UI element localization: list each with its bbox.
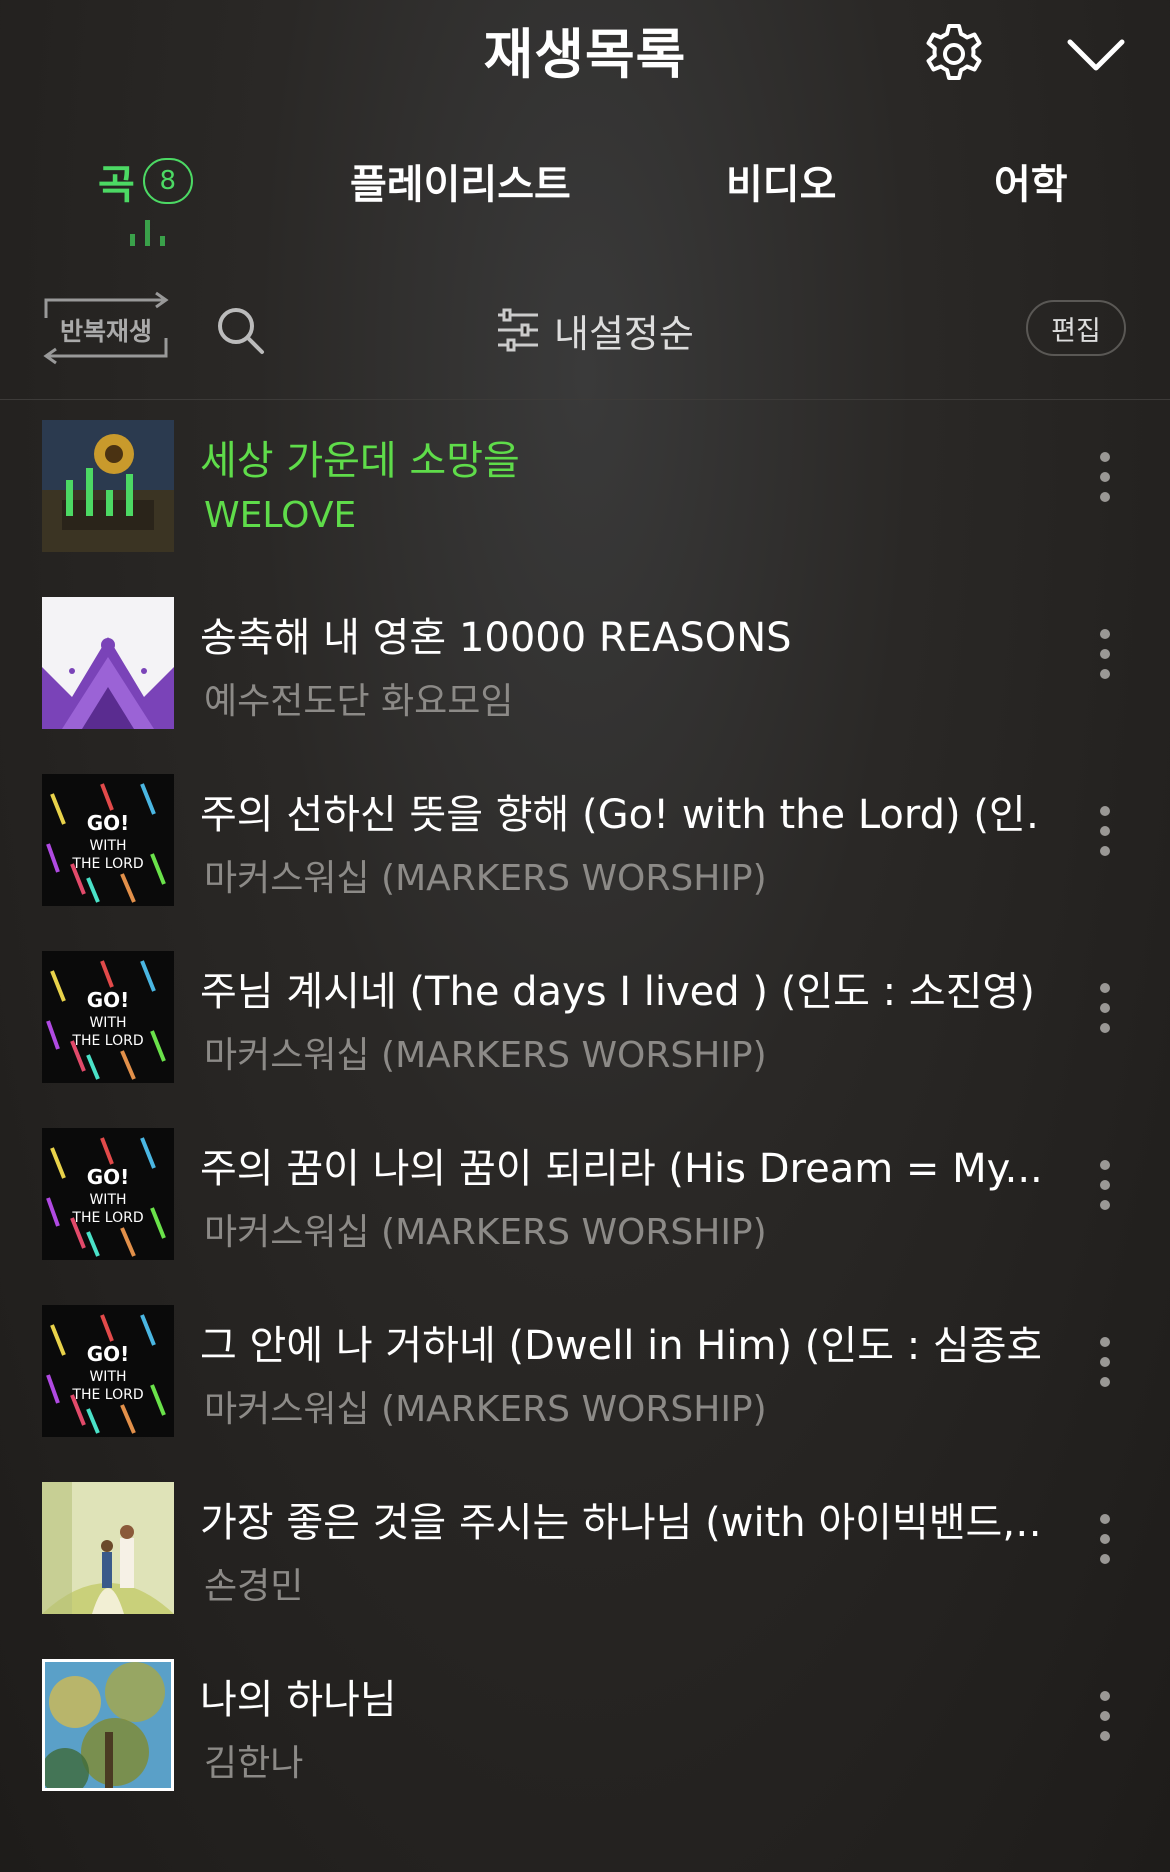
search-icon[interactable] (214, 304, 266, 356)
song-title: 그 안에 나 거하네 (Dwell in Him) (인도 : 심종호) (200, 1323, 1040, 1369)
song-artist: 예수전도단 화요모임 (204, 681, 514, 722)
song-artist: 마커스워십 (MARKERS WORSHIP) (204, 1212, 767, 1253)
tab-songs-label: 곡 (98, 162, 135, 208)
page-title: 재생목록 (483, 23, 687, 86)
song-row[interactable]: GO! WITH THE LORD 주의 선하신 뜻을 향해 (Go! with… (0, 762, 1170, 939)
painting-album-image (42, 1482, 174, 1614)
song-artist: 김한나 (204, 1743, 304, 1784)
album-art[interactable]: GO! WITH THE LORD (42, 951, 174, 1083)
markers-album-image: GO! WITH THE LORD (42, 1128, 174, 1260)
header: 재생목록 (0, 0, 1170, 100)
song-title: 가장 좋은 것을 주시는 하나님 (with 아이빅밴드,… (200, 1500, 1040, 1546)
more-options-icon[interactable] (1092, 806, 1118, 866)
repeat-button[interactable]: 반복재생 (40, 290, 172, 366)
more-options-icon[interactable] (1092, 1337, 1118, 1397)
sunflower-album-image (42, 420, 174, 552)
song-row[interactable]: 가장 좋은 것을 주시는 하나님 (with 아이빅밴드,… 손경민 (0, 1470, 1170, 1647)
svg-text:GO!: GO! (87, 988, 130, 1012)
tab-video[interactable]: 비디오 (726, 152, 836, 210)
song-title: 주의 꿈이 나의 꿈이 되리라 (His Dream = My... (200, 1146, 1040, 1192)
album-art[interactable] (42, 1482, 174, 1614)
playlist-toolbar: 반복재생 내설정순 편집 (0, 290, 1170, 370)
markers-album-image: GO! WITH THE LORD (42, 1305, 174, 1437)
edit-button[interactable]: 편집 (1026, 300, 1126, 356)
album-art[interactable]: GO! WITH THE LORD (42, 1128, 174, 1260)
gear-icon[interactable] (922, 22, 986, 86)
song-title: 주의 선하신 뜻을 향해 (Go! with the Lord) (인… (200, 792, 1040, 838)
tab-bar: 곡 8 플레이리스트 비디오 어학 (0, 140, 1170, 400)
song-row[interactable]: 송축해 내 영혼 10000 REASONS 예수전도단 화요모임 (0, 585, 1170, 762)
sort-label: 내설정순 (554, 311, 694, 356)
more-options-icon[interactable] (1092, 629, 1118, 689)
song-row[interactable]: 나의 하나님 김한나 (0, 1647, 1170, 1824)
crown-album-image (42, 597, 174, 729)
song-title: 나의 하나님 (200, 1677, 397, 1723)
song-artist: 손경민 (204, 1566, 304, 1607)
tree-album-image (45, 1662, 171, 1788)
svg-text:THE LORD: THE LORD (71, 1210, 143, 1226)
song-row[interactable]: GO! WITH THE LORD 주님 계시네 (The days I liv… (0, 939, 1170, 1116)
album-art[interactable] (42, 1659, 174, 1791)
svg-text:WITH: WITH (89, 1015, 126, 1031)
tab-language[interactable]: 어학 (994, 152, 1068, 210)
song-artist: 마커스워십 (MARKERS WORSHIP) (204, 858, 767, 899)
tab-songs[interactable]: 곡 8 (98, 152, 193, 210)
song-title: 주님 계시네 (The days I lived ) (인도 : 소진영) (200, 969, 1035, 1015)
tab-playlists[interactable]: 플레이리스트 (350, 152, 571, 210)
song-row[interactable]: 세상 가운데 소망을 WELOVE (0, 408, 1170, 585)
markers-album-image: GO! WITH THE LORD (42, 951, 174, 1083)
svg-text:GO!: GO! (87, 1342, 130, 1366)
album-art[interactable] (42, 597, 174, 729)
sliders-icon (498, 308, 538, 352)
song-artist: 마커스워십 (MARKERS WORSHIP) (204, 1389, 767, 1430)
song-title: 세상 가운데 소망을 (200, 438, 520, 484)
album-art[interactable]: GO! WITH THE LORD (42, 1305, 174, 1437)
more-options-icon[interactable] (1092, 1514, 1118, 1574)
song-artist: WELOVE (204, 495, 357, 536)
song-row[interactable]: GO! WITH THE LORD 주의 꿈이 나의 꿈이 되리라 (His D… (0, 1116, 1170, 1293)
more-options-icon[interactable] (1092, 1691, 1118, 1751)
svg-text:GO!: GO! (87, 1165, 130, 1189)
tab-divider (0, 399, 1170, 400)
svg-text:THE LORD: THE LORD (71, 1033, 143, 1049)
markers-album-image: GO! WITH THE LORD (42, 774, 174, 906)
svg-text:WITH: WITH (89, 1369, 126, 1385)
repeat-label: 반복재생 (59, 317, 152, 346)
equalizer-icon (130, 220, 165, 246)
svg-text:THE LORD: THE LORD (71, 856, 143, 872)
song-artist: 마커스워십 (MARKERS WORSHIP) (204, 1035, 767, 1076)
tab-songs-count-badge: 8 (142, 158, 193, 204)
song-row[interactable]: GO! WITH THE LORD 그 안에 나 거하네 (Dwell in H… (0, 1293, 1170, 1470)
album-art[interactable] (42, 420, 174, 552)
album-art[interactable]: GO! WITH THE LORD (42, 774, 174, 906)
svg-text:GO!: GO! (87, 811, 130, 835)
svg-text:WITH: WITH (89, 1192, 126, 1208)
svg-text:WITH: WITH (89, 838, 126, 854)
more-options-icon[interactable] (1092, 1160, 1118, 1220)
more-options-icon[interactable] (1092, 983, 1118, 1043)
svg-text:THE LORD: THE LORD (71, 1387, 143, 1403)
song-title: 송축해 내 영혼 10000 REASONS (200, 615, 792, 661)
sort-button[interactable]: 내설정순 (494, 300, 694, 360)
more-options-icon[interactable] (1092, 452, 1118, 512)
chevron-down-icon[interactable] (1064, 28, 1128, 80)
